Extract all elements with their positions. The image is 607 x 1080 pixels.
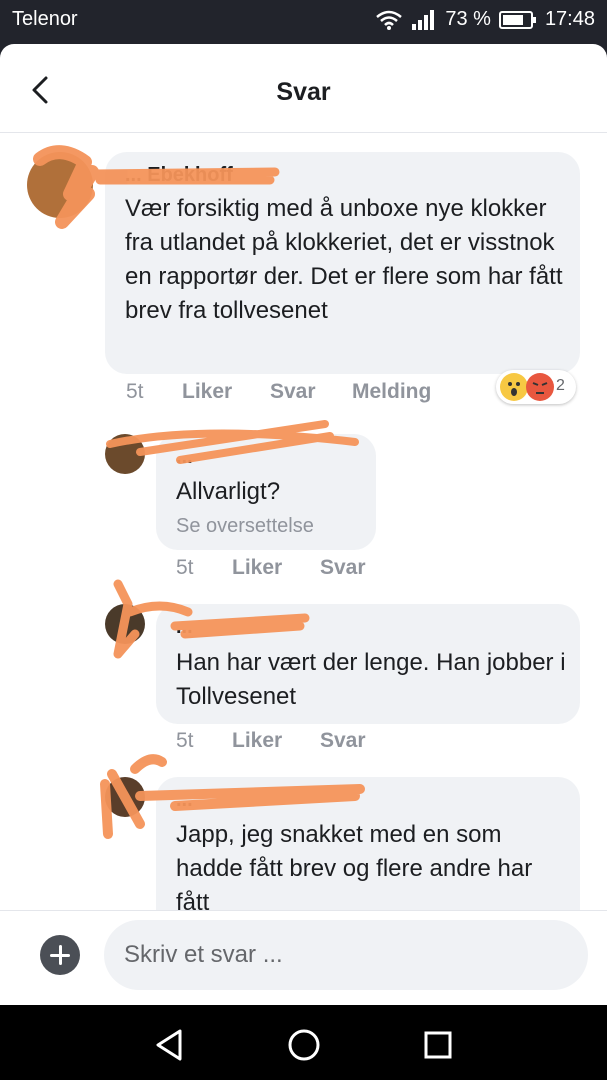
comment-actions: 5t Liker Svar Melding [126, 380, 431, 404]
like-button[interactable]: Liker [232, 729, 320, 753]
reply-button[interactable]: Svar [320, 729, 366, 753]
reaction-count: 2 [556, 377, 565, 394]
comment-time: 5t [126, 380, 144, 403]
comment-text: Vær forsiktig med å unboxe nye klokker f… [125, 195, 563, 324]
add-attachment-icon[interactable] [40, 935, 80, 975]
comment-author[interactable]: ... [176, 616, 193, 639]
comment-author[interactable]: ... [176, 446, 193, 469]
comment-author[interactable]: ... [176, 789, 193, 812]
reply-input[interactable] [104, 920, 588, 990]
comment-text: Allvarligt? [176, 478, 281, 505]
signal-icon [411, 9, 437, 31]
status-icons: 73 % 17:48 [375, 8, 595, 31]
reply-button[interactable]: Svar [270, 380, 352, 404]
header: Svar [0, 44, 607, 133]
carrier-name: Telenor [12, 8, 78, 30]
page-title: Svar [276, 78, 331, 106]
avatar[interactable] [105, 777, 145, 817]
angry-emoji-icon [526, 373, 554, 401]
comment-author[interactable]: ... Ebekhoff [125, 164, 233, 187]
reply-button[interactable]: Svar [320, 556, 366, 580]
battery-percent: 73 % [445, 8, 491, 30]
reactions-badge[interactable]: 2 [496, 370, 576, 404]
reply-composer [0, 910, 607, 1005]
nav-home-icon[interactable] [284, 1025, 324, 1065]
nav-recents-icon[interactable] [418, 1025, 458, 1065]
wifi-icon [375, 9, 403, 31]
comment-actions: 5t Liker Svar [176, 729, 366, 753]
nav-back-icon[interactable] [150, 1025, 190, 1065]
comment-actions: 5t Liker Svar [176, 556, 366, 580]
comment-text: Han har vært der lenge. Han jobber i Tol… [176, 649, 566, 710]
replies-sheet: Svar ... Ebekhoff Vær forsiktig med å un… [0, 44, 607, 1005]
avatar[interactable] [105, 434, 145, 474]
system-nav-bar [0, 1005, 607, 1080]
message-button[interactable]: Melding [352, 380, 431, 404]
like-button[interactable]: Liker [232, 556, 320, 580]
battery-icon [498, 10, 537, 30]
comment-text: Japp, jeg snakket med en som hadde fått … [176, 821, 533, 916]
avatar[interactable] [105, 604, 145, 644]
avatar[interactable] [27, 152, 93, 218]
clock: 17:48 [544, 8, 595, 30]
status-bar: Telenor 73 % 17:48 [0, 0, 607, 44]
like-button[interactable]: Liker [182, 380, 270, 404]
wow-emoji-icon [500, 373, 528, 401]
see-translation-link[interactable]: Se oversettelse [176, 515, 314, 538]
comment-time: 5t [176, 556, 194, 579]
comment-time: 5t [176, 729, 194, 752]
